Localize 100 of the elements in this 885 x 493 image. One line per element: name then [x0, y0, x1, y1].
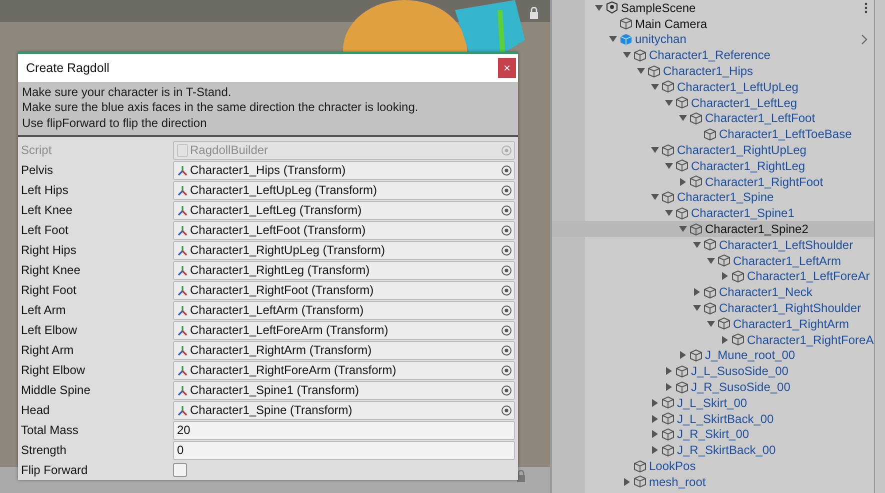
field-label: Left Arm — [21, 303, 67, 317]
hierarchy-item[interactable]: Character1_Spine2 — [552, 221, 874, 237]
expand-arrow-icon[interactable] — [691, 240, 703, 250]
hierarchy-item[interactable]: Main Camera — [552, 16, 874, 32]
expand-arrow-icon[interactable] — [663, 160, 675, 171]
hierarchy-item[interactable]: J_Mune_root_00 — [552, 348, 874, 364]
expand-arrow-icon[interactable] — [621, 50, 633, 60]
item-name: LookPos — [649, 459, 696, 473]
hierarchy-item[interactable]: Character1_RightShoulder — [552, 300, 874, 316]
cube-icon — [661, 396, 675, 410]
hierarchy-item[interactable]: Character1_LeftShoulder — [552, 236, 874, 253]
hierarchy-item[interactable]: Character1_LeftLeg — [552, 94, 874, 111]
object-field[interactable]: Character1_RightForeArm (Transform) — [173, 360, 515, 380]
item-name: Character1_RightShoulder — [719, 301, 862, 316]
hierarchy-item[interactable]: LookPos — [552, 458, 874, 474]
chevron-right-icon[interactable] — [860, 34, 868, 45]
hierarchy-item[interactable]: Character1_LeftUpLeg — [552, 78, 874, 95]
object-field[interactable]: Character1_LeftArm (Transform) — [173, 300, 515, 320]
checkbox[interactable] — [173, 463, 187, 477]
expand-arrow-icon[interactable] — [663, 98, 675, 108]
hierarchy-item[interactable]: Character1_Spine — [552, 190, 874, 206]
field-label: Left Elbow — [21, 323, 78, 337]
object-picker-icon[interactable] — [501, 204, 512, 216]
hierarchy-item[interactable]: J_L_SusoSide_00 — [552, 363, 874, 380]
expand-arrow-icon[interactable] — [677, 113, 689, 124]
item-name: Character1_Reference — [649, 48, 770, 62]
item-name: Character1_LeftArm — [733, 254, 842, 268]
more-icon[interactable] — [864, 2, 868, 14]
expand-arrow-icon[interactable] — [705, 318, 717, 329]
hierarchy-item[interactable]: J_R_Skirt_00 — [552, 426, 874, 442]
hierarchy-item[interactable]: Character1_RightArm — [552, 316, 874, 332]
item-name: J_R_Skirt_00 — [677, 427, 750, 442]
hierarchy-item[interactable]: Character1_RightUpLeg — [552, 142, 874, 158]
expand-arrow-icon[interactable] — [593, 2, 605, 13]
hierarchy-item[interactable]: Character1_Spine1 — [552, 205, 874, 222]
object-field[interactable]: Character1_RightLeg (Transform) — [173, 260, 515, 280]
object-field[interactable]: Character1_RightArm (Transform) — [173, 340, 515, 360]
object-picker-icon[interactable] — [501, 304, 512, 316]
cube-icon — [661, 144, 675, 157]
expand-arrow-icon[interactable] — [677, 224, 689, 234]
object-field[interactable]: Character1_Hips (Transform) — [173, 160, 515, 180]
hierarchy-item[interactable]: J_R_SkirtBack_00 — [552, 442, 874, 458]
hierarchy-item[interactable]: mesh_root — [552, 474, 874, 490]
hierarchy-item[interactable]: SampleScene — [552, 0, 874, 16]
expand-arrow-icon[interactable] — [635, 66, 647, 76]
item-name: J_Mune_root_00 — [705, 348, 796, 362]
expand-arrow-icon[interactable] — [649, 192, 661, 202]
hierarchy-item[interactable]: Character1_Hips — [552, 63, 874, 79]
item-name: J_L_Skirt_00 — [677, 396, 748, 410]
object-picker-icon[interactable] — [501, 224, 512, 236]
object-field[interactable]: Character1_LeftForeArm (Transform) — [173, 320, 515, 340]
object-picker-icon[interactable] — [501, 364, 512, 376]
cube-icon — [633, 460, 647, 472]
expand-arrow-icon[interactable] — [663, 208, 675, 218]
hierarchy-item[interactable]: Character1_RightForeA — [552, 332, 874, 348]
hierarchy-item[interactable]: J_L_Skirt_00 — [552, 394, 874, 411]
expand-arrow-icon[interactable] — [607, 34, 619, 44]
hierarchy-item[interactable]: J_L_SkirtBack_00 — [552, 410, 874, 427]
hierarchy-item[interactable]: Character1_LeftForeAr — [552, 268, 874, 284]
cube-icon — [619, 32, 633, 46]
object-field[interactable]: Character1_LeftFoot (Transform) — [173, 220, 515, 240]
object-picker-icon[interactable] — [501, 344, 512, 356]
hierarchy-item[interactable]: Character1_Neck — [552, 284, 874, 300]
object-field[interactable]: Character1_LeftUpLeg (Transform) — [173, 180, 515, 200]
expand-arrow-icon[interactable] — [691, 303, 703, 314]
number-field[interactable]: 20 — [173, 420, 515, 440]
hierarchy-item[interactable]: Character1_LeftToeBase — [552, 126, 874, 142]
object-picker-icon[interactable] — [501, 324, 512, 336]
item-name: Character1_RightFoot — [705, 174, 824, 189]
hierarchy-item[interactable]: Character1_LeftArm — [552, 252, 874, 269]
close-button[interactable]: × — [498, 58, 516, 78]
hierarchy-item[interactable]: J_R_SusoSide_00 — [552, 379, 874, 395]
object-picker-icon[interactable] — [501, 264, 512, 276]
expand-arrow-icon[interactable] — [649, 82, 661, 92]
lock-icon[interactable] — [529, 7, 539, 19]
hierarchy-item[interactable]: Character1_Reference — [552, 47, 874, 64]
transform-icon — [177, 164, 188, 176]
expand-arrow-icon[interactable] — [649, 145, 661, 156]
object-picker-icon[interactable] — [501, 404, 512, 416]
expand-arrow-icon[interactable] — [705, 256, 717, 266]
object-field[interactable]: Character1_RightFoot (Transform) — [173, 280, 515, 300]
object-picker-icon[interactable] — [501, 284, 512, 296]
object-picker-icon[interactable] — [501, 164, 512, 176]
field-value: Character1_RightForeArm (Transform) — [190, 363, 398, 377]
object-field[interactable]: Character1_Spine1 (Transform) — [173, 380, 515, 400]
hierarchy-item[interactable]: Character1_RightLeg — [552, 158, 874, 174]
object-picker-icon[interactable] — [501, 184, 512, 196]
object-field[interactable]: Character1_RightUpLeg (Transform) — [173, 240, 515, 260]
object-field[interactable]: Character1_Spine (Transform) — [173, 400, 515, 420]
transform-icon — [177, 224, 188, 236]
hierarchy-item[interactable]: Character1_RightFoot — [552, 174, 874, 190]
object-field[interactable]: Character1_LeftLeg (Transform) — [173, 200, 515, 220]
hierarchy-item[interactable]: Character1_LeftFoot — [552, 110, 874, 126]
hierarchy-item[interactable]: unitychan — [552, 32, 874, 48]
object-picker-icon[interactable] — [501, 244, 512, 256]
lock-icon[interactable] — [516, 470, 526, 482]
cube-icon — [731, 333, 745, 346]
number-field[interactable]: 0 — [173, 440, 515, 460]
cube-icon — [675, 380, 689, 394]
object-picker-icon[interactable] — [501, 384, 512, 396]
